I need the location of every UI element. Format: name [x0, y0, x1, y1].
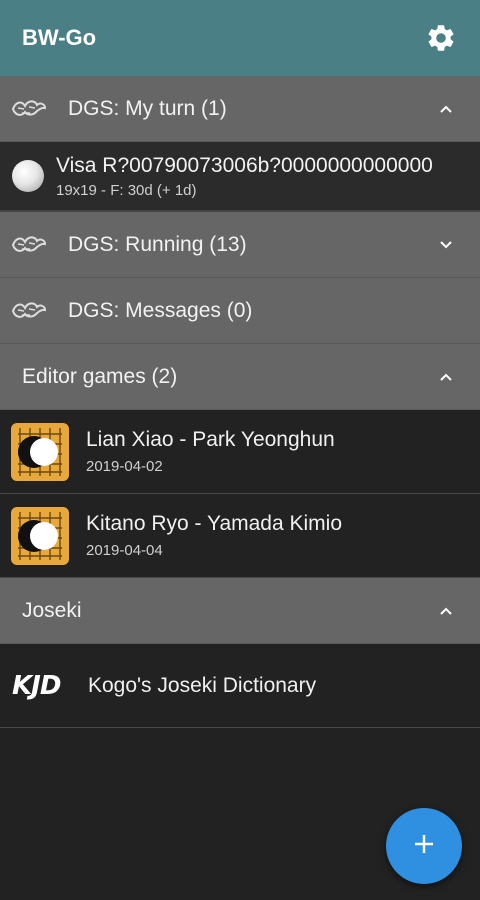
chevron-down-icon[interactable]	[434, 233, 458, 257]
kjd-logo-icon: KJD	[12, 670, 61, 701]
joseki-title: Kogo's Joseki Dictionary	[88, 673, 317, 697]
section-dgs-running[interactable]: DGS: Running (13)	[0, 212, 480, 278]
dragon-icon	[8, 296, 50, 326]
section-label: Joseki	[22, 598, 82, 622]
dgs-game-title: Visa R?00790073006b?0000000000000	[56, 153, 433, 177]
game-date: 2019-04-04	[86, 542, 163, 559]
editor-game-item[interactable]: Kitano Ryo - Yamada Kimio 2019-04-04	[0, 494, 480, 578]
section-dgs-messages[interactable]: DGS: Messages (0)	[0, 278, 480, 344]
chevron-up-icon[interactable]	[434, 365, 458, 389]
go-board-icon	[10, 506, 70, 566]
app-title: BW-Go	[22, 25, 97, 50]
section-editor-games[interactable]: Editor games (2)	[0, 344, 480, 410]
chevron-up-icon[interactable]	[434, 97, 458, 121]
game-title: Lian Xiao - Park Yeonghun	[86, 428, 335, 451]
dragon-icon	[8, 230, 50, 260]
dgs-game-item[interactable]: Visa R?00790073006b?0000000000000 19x19 …	[0, 142, 480, 212]
game-date: 2019-04-02	[86, 458, 163, 475]
section-label: DGS: Running (13)	[68, 232, 247, 256]
add-button[interactable]	[386, 808, 462, 884]
gear-icon[interactable]	[424, 21, 458, 55]
chevron-up-icon[interactable]	[434, 599, 458, 623]
dragon-icon	[8, 94, 50, 124]
dgs-game-subtitle: 19x19 - F: 30d (+ 1d)	[56, 181, 197, 199]
section-dgs-my-turn[interactable]: DGS: My turn (1)	[0, 76, 480, 142]
go-board-icon	[10, 422, 70, 482]
game-title: Kitano Ryo - Yamada Kimio	[86, 512, 343, 535]
section-joseki[interactable]: Joseki	[0, 578, 480, 644]
white-stone-icon	[12, 160, 44, 192]
section-label: DGS: Messages (0)	[68, 298, 253, 322]
app-bar: BW-Go	[0, 0, 480, 76]
section-label: Editor games (2)	[22, 364, 178, 388]
joseki-item[interactable]: KJD Kogo's Joseki Dictionary	[0, 644, 480, 728]
section-label: DGS: My turn (1)	[68, 96, 227, 120]
plus-icon	[413, 833, 435, 860]
editor-game-item[interactable]: Lian Xiao - Park Yeonghun 2019-04-02	[0, 410, 480, 494]
